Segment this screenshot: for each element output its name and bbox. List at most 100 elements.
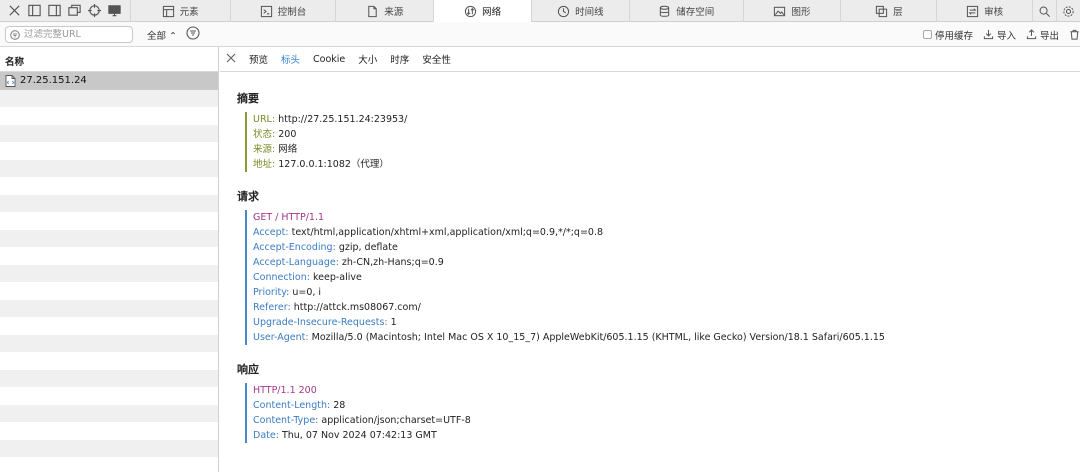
device-icon[interactable] bbox=[106, 3, 122, 19]
tab-label: 审核 bbox=[984, 7, 1004, 18]
header-row: Accept: text/html,application/xhtml+xml,… bbox=[253, 225, 885, 240]
tab-storage[interactable]: 储存空间 bbox=[628, 0, 743, 22]
header-row: Priority: u=0, i bbox=[253, 285, 885, 300]
sources-icon bbox=[368, 5, 377, 17]
dock-left-icon[interactable] bbox=[26, 3, 42, 19]
summary-status: 状态: 200 bbox=[253, 127, 407, 142]
detail-tab-timing[interactable]: 时序 bbox=[390, 52, 409, 66]
close-icon[interactable] bbox=[6, 3, 22, 19]
resource-type-select[interactable]: 全部 ⌃ bbox=[147, 28, 177, 42]
search-tab[interactable] bbox=[1032, 0, 1056, 22]
close-detail-icon[interactable] bbox=[226, 53, 236, 66]
summary-value: 127.0.0.1:1082（代理） bbox=[278, 159, 389, 170]
clear-button[interactable] bbox=[1069, 29, 1080, 40]
header-key: Content-Length: bbox=[253, 400, 331, 411]
devtools-tab-bar: 元素 控制台 来源 网络 时间线 储存空间 图形 层 审核 bbox=[0, 0, 1080, 22]
empty-row bbox=[0, 404, 218, 422]
import-button[interactable]: 导入 bbox=[983, 28, 1016, 42]
empty-row bbox=[0, 124, 218, 142]
tab-audit[interactable]: 审核 bbox=[936, 0, 1032, 22]
header-value: u=0, i bbox=[292, 287, 322, 298]
header-value: http://attck.ms08067.com/ bbox=[293, 302, 421, 313]
summary-address: 地址: 127.0.0.1:1082（代理） bbox=[253, 157, 407, 172]
request-row[interactable]: 27.25.151.24 bbox=[0, 72, 218, 90]
header-key: Priority: bbox=[253, 287, 290, 298]
header-key: User-Agent: bbox=[253, 332, 309, 343]
detail-tab-bar: 预览 标头 Cookie 大小 时序 安全性 bbox=[220, 47, 1080, 72]
tab-graphics[interactable]: 图形 bbox=[742, 0, 841, 22]
filter-icon bbox=[10, 29, 20, 40]
empty-row bbox=[0, 334, 218, 352]
header-key: Accept-Language: bbox=[253, 257, 339, 268]
layers-icon bbox=[875, 5, 888, 17]
settings-tab[interactable] bbox=[1056, 0, 1080, 22]
filter-actions: 停用缓存 导入 导出 bbox=[922, 22, 1080, 47]
column-header-name[interactable]: 名称 bbox=[0, 47, 218, 72]
undock-icon[interactable] bbox=[66, 3, 82, 19]
header-value: gzip, deflate bbox=[338, 242, 398, 253]
tab-label: 控制台 bbox=[277, 7, 307, 18]
header-key: Upgrade-Insecure-Requests: bbox=[253, 317, 388, 328]
empty-row bbox=[0, 194, 218, 212]
empty-row bbox=[0, 107, 218, 125]
export-button[interactable]: 导出 bbox=[1026, 28, 1059, 42]
detail-tab-preview[interactable]: 预览 bbox=[249, 52, 268, 66]
detail-tab-headers[interactable]: 标头 bbox=[281, 52, 300, 66]
header-key: Accept-Encoding: bbox=[253, 242, 336, 253]
header-row: Accept-Language: zh-CN,zh-Hans;q=0.9 bbox=[253, 255, 885, 270]
empty-row bbox=[0, 457, 218, 472]
detail-tab-cookie[interactable]: Cookie bbox=[313, 54, 345, 65]
detail-tab-size[interactable]: 大小 bbox=[358, 52, 377, 66]
export-label: 导出 bbox=[1039, 30, 1059, 42]
response-headers-block: HTTP/1.1 200 Content-Length: 28 Content-… bbox=[245, 383, 471, 443]
tab-label: 来源 bbox=[384, 7, 404, 18]
tab-layers[interactable]: 层 bbox=[840, 0, 936, 22]
tab-network[interactable]: 网络 bbox=[433, 0, 531, 22]
filter-url-input[interactable] bbox=[24, 29, 124, 40]
document-icon bbox=[5, 74, 16, 87]
summary-value: 200 bbox=[278, 129, 297, 140]
header-key: Date: bbox=[253, 430, 279, 441]
header-key: Referer: bbox=[253, 302, 291, 313]
filter-options-icon[interactable] bbox=[186, 26, 202, 42]
empty-row bbox=[0, 387, 218, 405]
crosshair-icon[interactable] bbox=[86, 3, 102, 19]
disable-cache-checkbox[interactable] bbox=[922, 30, 932, 39]
response-title: 响应 bbox=[237, 363, 259, 376]
empty-row bbox=[0, 299, 218, 317]
empty-row bbox=[0, 282, 218, 300]
empty-row bbox=[0, 247, 218, 265]
header-row: Connection: keep-alive bbox=[253, 270, 885, 285]
summary-key: 状态: bbox=[253, 129, 276, 140]
detail-tab-security[interactable]: 安全性 bbox=[422, 52, 451, 66]
tab-label: 图形 bbox=[791, 7, 811, 18]
empty-row bbox=[0, 177, 218, 195]
dock-right-icon[interactable] bbox=[46, 3, 62, 19]
header-key: Accept: bbox=[253, 227, 289, 238]
toolbar-buttons bbox=[0, 0, 130, 21]
network-icon bbox=[464, 5, 477, 17]
header-row: Date: Thu, 07 Nov 2024 07:42:13 GMT bbox=[253, 428, 471, 443]
tab-label: 元素 bbox=[179, 7, 199, 18]
header-row: Accept-Encoding: gzip, deflate bbox=[253, 240, 885, 255]
filter-url-field[interactable] bbox=[5, 26, 133, 43]
disable-cache-label: 停用缓存 bbox=[934, 30, 973, 42]
empty-row bbox=[0, 89, 218, 107]
header-value: text/html,application/xhtml+xml,applicat… bbox=[291, 227, 604, 238]
tab-label: 时间线 bbox=[575, 7, 604, 18]
tab-elements[interactable]: 元素 bbox=[129, 0, 230, 22]
trash-icon bbox=[1070, 29, 1079, 40]
import-icon bbox=[983, 29, 994, 40]
tab-console[interactable]: 控制台 bbox=[229, 0, 336, 22]
export-icon bbox=[1026, 29, 1037, 40]
header-value: application/json;charset=UTF-8 bbox=[321, 415, 471, 426]
request-detail-panel: 预览 标头 Cookie 大小 时序 安全性 摘要 URL: http://27… bbox=[220, 47, 1080, 472]
tab-sources[interactable]: 来源 bbox=[335, 0, 433, 22]
tab-label: 储存空间 bbox=[676, 7, 715, 18]
disable-cache-toggle[interactable]: 停用缓存 bbox=[922, 28, 973, 42]
tab-timeline[interactable]: 时间线 bbox=[531, 0, 629, 22]
empty-row bbox=[0, 369, 218, 387]
header-value: Thu, 07 Nov 2024 07:42:13 GMT bbox=[281, 430, 437, 441]
header-key: Content-Type: bbox=[253, 415, 319, 426]
header-row: User-Agent: Mozilla/5.0 (Macintosh; Inte… bbox=[253, 330, 885, 345]
